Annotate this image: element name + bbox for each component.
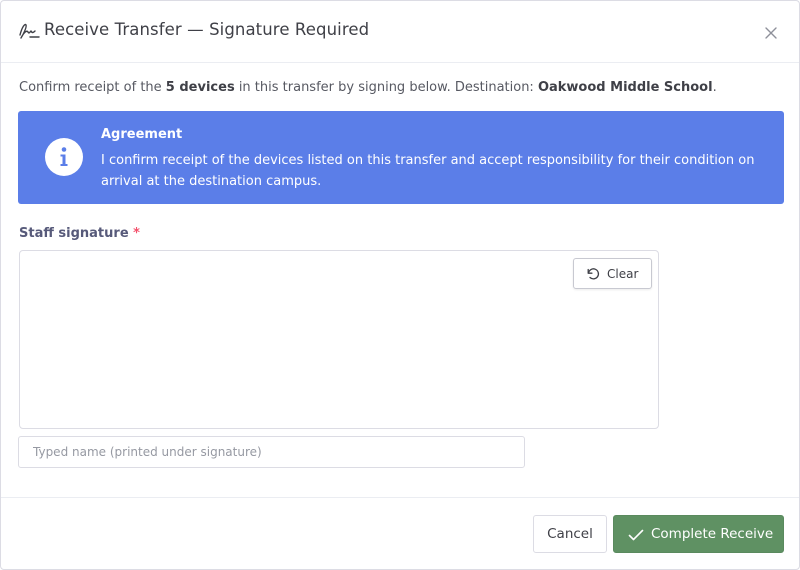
info-icon	[45, 138, 83, 176]
intro-prefix: Confirm receipt of the	[19, 80, 166, 95]
clear-button[interactable]: Clear	[573, 258, 652, 289]
dialog-header: Receive Transfer — Signature Required	[1, 1, 799, 63]
intro-suffix: .	[712, 80, 717, 95]
complete-receive-label: Complete Receive	[651, 526, 774, 542]
signature-label-text: Staff signature	[19, 226, 129, 241]
cancel-button[interactable]: Cancel	[533, 515, 607, 553]
signature-icon	[18, 21, 40, 41]
signature-label: Staff signature *	[19, 226, 140, 241]
agreement-alert: Agreement I confirm receipt of the devic…	[18, 111, 784, 204]
clear-label: Clear	[607, 267, 639, 281]
dialog-footer: Cancel Complete Receive	[1, 497, 799, 569]
close-icon[interactable]	[761, 23, 781, 43]
alert-title: Agreement	[101, 127, 183, 142]
intro-middle: in this transfer by signing below. Desti…	[234, 80, 538, 95]
undo-icon	[587, 268, 600, 280]
complete-receive-button[interactable]: Complete Receive	[613, 515, 784, 553]
signature-pad[interactable]: Clear	[19, 250, 659, 429]
alert-text: I confirm receipt of the devices listed …	[101, 153, 755, 189]
required-mark: *	[133, 226, 140, 241]
destination-name: Oakwood Middle School	[537, 80, 713, 95]
intro-text: Confirm receipt of the 5 devices in this…	[19, 80, 717, 95]
check-icon	[628, 529, 644, 541]
dialog-title: Receive Transfer — Signature Required	[44, 20, 370, 39]
receive-transfer-dialog: Receive Transfer — Signature Required Co…	[0, 0, 800, 570]
typed-name-input[interactable]	[18, 436, 525, 468]
device-count: 5 devices	[165, 80, 235, 95]
